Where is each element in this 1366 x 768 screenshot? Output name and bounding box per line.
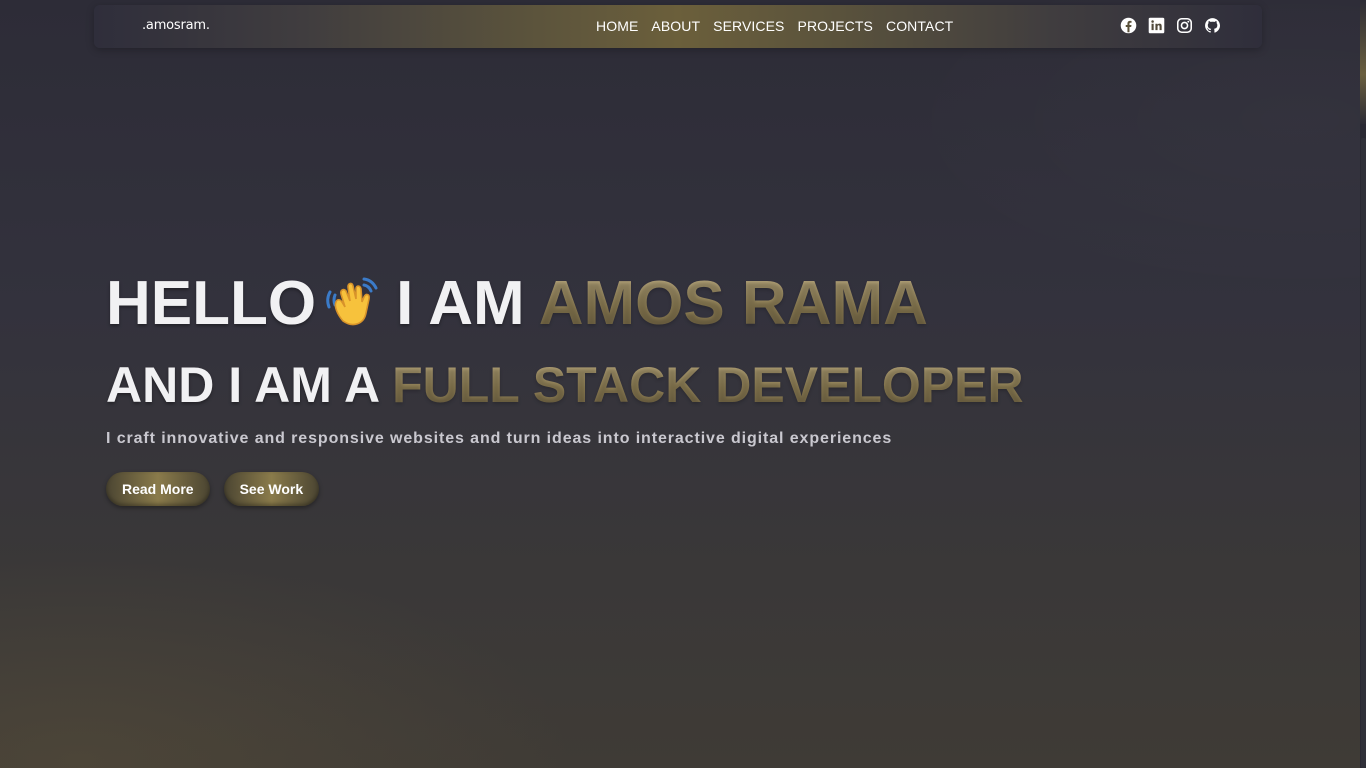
hero-buttons: Read More See Work [106,472,1306,506]
scrollbar-accent [1360,0,1366,124]
scrollbar-thumb[interactable] [1361,138,1366,768]
see-work-button[interactable]: See Work [223,472,320,506]
social-links [1120,17,1221,34]
hero-heading: HELLO I AM AMOS RAMA [106,270,1306,338]
hero-subheading: AND I AM A FULL STACK DEVELOPER [106,360,1306,410]
nav-link-contact[interactable]: CONTACT [886,18,953,34]
facebook-icon[interactable] [1120,17,1137,34]
hero-tagline: I craft innovative and responsive websit… [106,430,893,447]
hero-role: FULL STACK DEVELOPER [392,357,1024,413]
nav-link-projects[interactable]: PROJECTS [798,18,873,34]
github-icon[interactable] [1204,17,1221,34]
nav-link-home[interactable]: HOME [596,18,638,34]
hero-section: HELLO I AM AMOS RAMA AND I AM A FULL STA… [106,270,1306,506]
site-logo[interactable]: .amosram. [142,18,210,33]
hero-role-prefix: AND I AM A [106,357,379,413]
linkedin-icon[interactable] [1148,17,1165,34]
hero-greeting: HELLO [106,269,317,338]
nav-link-about[interactable]: ABOUT [651,18,700,34]
read-more-button[interactable]: Read More [106,472,210,506]
waving-hand-icon [324,276,384,332]
nav-link-services[interactable]: SERVICES [713,18,784,34]
hero-i-am: I AM [396,269,525,338]
navbar: .amosram. HOME ABOUT SERVICES PROJECTS C… [94,5,1262,48]
nav-links: HOME ABOUT SERVICES PROJECTS CONTACT [596,18,953,34]
instagram-icon[interactable] [1176,17,1193,34]
hero-name: AMOS RAMA [538,269,928,338]
